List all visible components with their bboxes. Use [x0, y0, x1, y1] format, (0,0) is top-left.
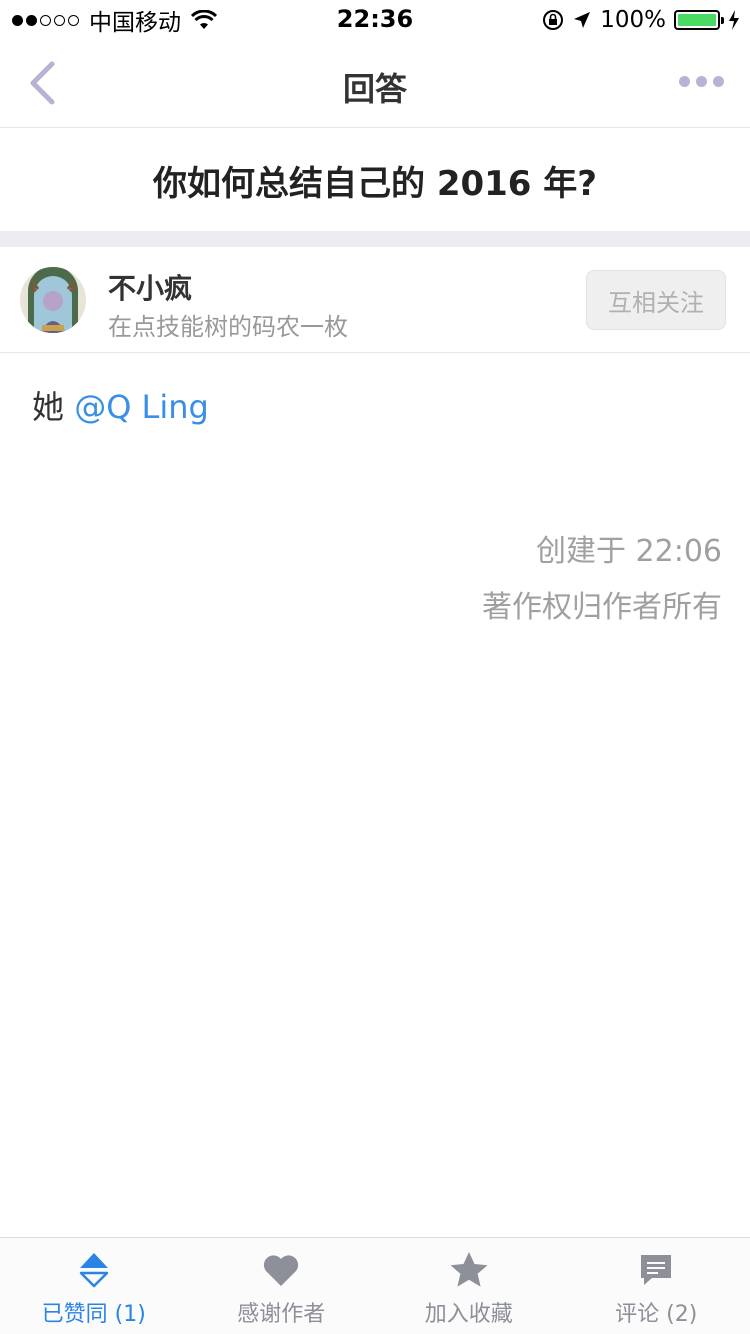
comment-icon [641, 1255, 672, 1285]
more-button[interactable] [679, 76, 724, 87]
page-title: 回答 [342, 70, 407, 108]
author-row[interactable]: 不小疯 在点技能树的码农一枚 互相关注 [0, 247, 750, 353]
comments-tab[interactable]: 评论 (2) [563, 1238, 750, 1334]
vote-up-tab[interactable]: 已赞同 (1) [0, 1238, 188, 1334]
created-time: 创建于 22:06 [536, 534, 722, 569]
charging-bolt-icon [729, 10, 739, 30]
vote-up-icon [79, 1253, 108, 1288]
thank-author-label: 感谢作者 [237, 1302, 326, 1327]
battery-icon [674, 10, 724, 30]
star-icon [450, 1252, 488, 1287]
copyright-notice: 著作权归作者所有 [482, 590, 722, 625]
section-divider [0, 231, 750, 247]
status-right: 100% [542, 6, 740, 34]
answer-content: 她 @Q Ling [32, 382, 209, 428]
orientation-lock-icon [543, 10, 564, 30]
question-title: 你如何总结自己的 2016 年? [152, 163, 598, 204]
author-name[interactable]: 不小疯 [108, 267, 192, 307]
answer-text: 她 [32, 388, 75, 426]
mention-link[interactable]: @Q Ling [74, 388, 209, 426]
avatar[interactable] [20, 267, 86, 333]
add-to-collection-label: 加入收藏 [424, 1302, 513, 1327]
status-bar: 中国移动 22:36 100% [0, 0, 750, 40]
vote-up-label: 已赞同 (1) [41, 1302, 146, 1327]
heart-icon [264, 1255, 299, 1286]
battery-percent: 100% [600, 7, 666, 33]
question-header[interactable]: 你如何总结自己的 2016 年? [0, 129, 750, 231]
author-bio: 在点技能树的码农一枚 [108, 313, 348, 341]
answer-meta: 创建于 22:06 著作权归作者所有 [482, 524, 722, 636]
thank-author-tab[interactable]: 感谢作者 [188, 1238, 376, 1334]
follow-button[interactable]: 互相关注 [586, 270, 726, 330]
add-to-collection-tab[interactable]: 加入收藏 [375, 1238, 563, 1334]
nav-bar: 回答 [0, 40, 750, 128]
comments-label: 评论 (2) [615, 1302, 698, 1327]
more-dots-icon [679, 76, 690, 87]
location-arrow-icon [574, 12, 591, 28]
bottom-toolbar: 已赞同 (1) 感谢作者 加入收藏 评论 (2) [0, 1237, 750, 1334]
